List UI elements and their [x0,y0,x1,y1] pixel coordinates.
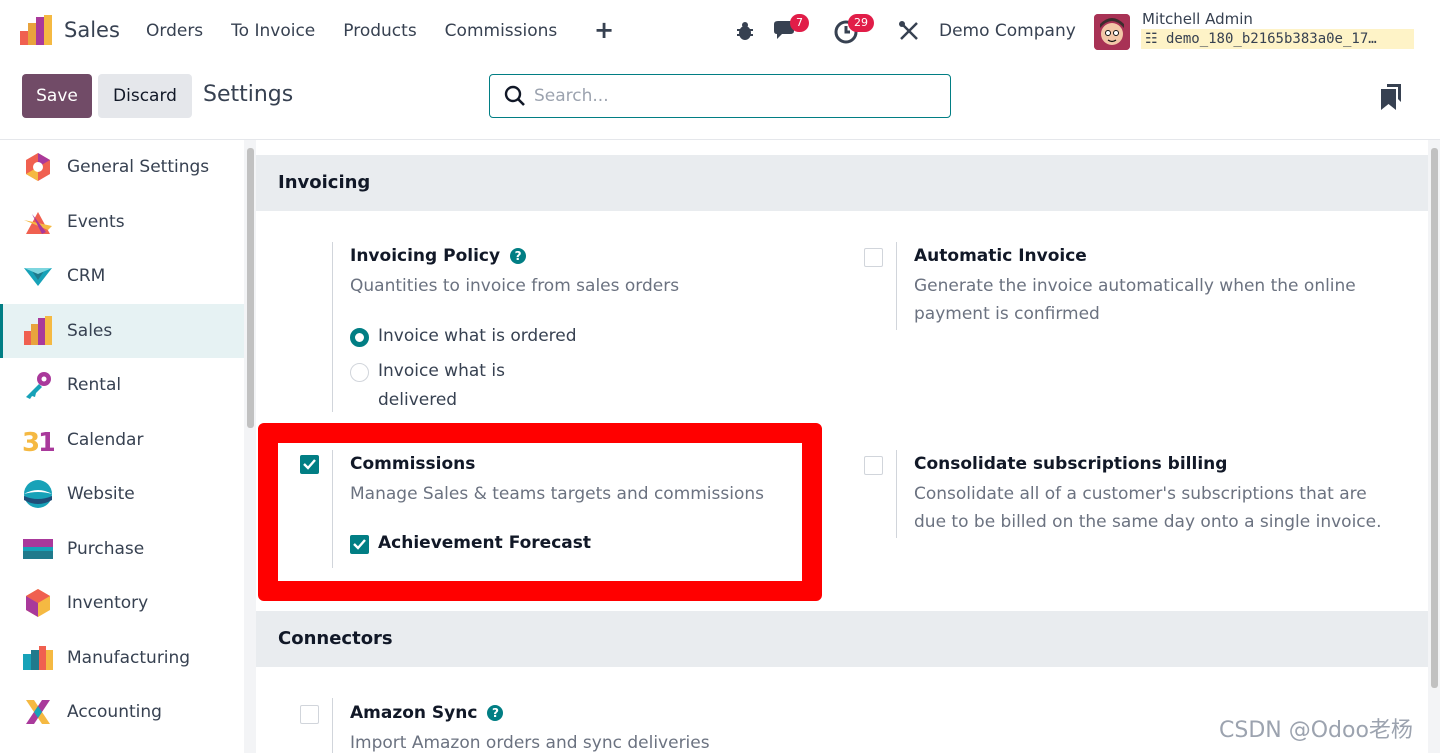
sidebar-item-general-settings[interactable]: General Settings [0,140,245,194]
radio-invoice-delivered[interactable] [350,363,369,382]
top-navbar: Sales Orders To Invoice Products Commiss… [0,0,1440,64]
accounting-icon [26,700,50,724]
save-button[interactable]: Save [22,74,92,118]
sidebar-item-label: Inventory [67,593,149,613]
rental-key-icon [26,372,51,399]
section-title: Invoicing [278,172,371,193]
sales-app-icon[interactable] [20,15,52,47]
sidebar-item-label: General Settings [67,157,210,177]
sidebar-item-purchase[interactable]: Purchase [0,522,245,576]
content-scroll-thumb[interactable] [1431,148,1438,688]
search-box [489,74,951,118]
database-tag: ☷ demo_180_b2165b383a0e_17… [1141,29,1414,49]
setting-divider [332,698,333,753]
sidebar-item-crm[interactable]: CRM [0,249,245,303]
sidebar-item-label: Rental [67,375,122,395]
sidebar-item-website[interactable]: Website [0,467,245,521]
consolidate-billing-title: Consolidate subscriptions billing [914,454,1228,474]
activities-badge: 29 [848,14,874,32]
sidebar-item-label: Purchase [67,539,145,559]
setting-divider [332,242,333,412]
consolidate-billing-checkbox[interactable] [864,456,883,475]
amazon-sync-label: Amazon Sync [350,703,478,723]
sidebar-item-label: Website [67,484,135,504]
purchase-icon [23,539,53,559]
invoicing-policy-title: Invoicing Policy? [350,246,527,266]
database-name: demo_180_b2165b383a0e_17… [1165,31,1377,47]
section-header-invoicing: Invoicing [256,155,1428,211]
sidebar-item-manufacturing[interactable]: Manufacturing [0,631,245,685]
app-name[interactable]: Sales [64,18,120,42]
search-input[interactable] [534,84,934,108]
watermark: CSDN @Odoo老杨 [1219,718,1413,743]
sidebar-item-events[interactable]: Events [0,195,245,249]
sidebar-item-rental[interactable]: Rental [0,358,245,412]
plus-icon[interactable]: + [594,16,614,44]
crm-icon [24,268,52,286]
search-icon [504,85,525,106]
help-icon[interactable]: ? [510,248,527,264]
messages-badge: 7 [790,14,809,32]
company-switcher[interactable]: Demo Company [939,21,1076,41]
sidebar-item-label: Events [67,212,125,232]
automatic-invoice-description: Generate the invoice automatically when … [914,276,1356,324]
amazon-sync-checkbox[interactable] [300,705,319,724]
settings-sidebar: General Settings Events CRM Sales Rental… [0,140,245,753]
sidebar-item-calendar[interactable]: 3 1 Calendar [0,413,245,467]
radio-label-invoice-ordered[interactable]: Invoice what is ordered [378,322,577,351]
help-icon[interactable]: ? [487,705,504,721]
sidebar-item-sales[interactable]: Sales [0,304,245,358]
section-title: Connectors [278,628,393,649]
invoicing-policy-description: Quantities to invoice from sales orders [350,276,680,296]
bookmark-icon[interactable] [1381,84,1401,110]
setting-divider [896,242,897,330]
user-name[interactable]: Mitchell Admin [1142,10,1253,28]
database-icon: ☷ [1145,31,1166,47]
section-header-connectors: Connectors [256,611,1428,667]
sidebar-item-label: Accounting [67,702,162,722]
menu-products[interactable]: Products [343,21,416,41]
radio-label-invoice-delivered-line2[interactable]: delivered [378,386,457,415]
bug-icon[interactable] [735,20,755,42]
user-avatar[interactable] [1094,14,1130,50]
manufacturing-icon [23,646,53,670]
amazon-sync-title: Amazon Sync? [350,703,504,723]
sidebar-item-inventory[interactable]: Inventory [0,576,245,630]
calendar-icon: 3 1 [22,428,54,456]
sidebar-scroll-thumb[interactable] [247,148,254,428]
radio-label-invoice-delivered-line1[interactable]: Invoice what is [378,357,505,386]
radio-invoice-ordered[interactable] [350,328,369,347]
sidebar-item-label: Calendar [67,430,144,450]
setting-divider [896,450,897,538]
page-title: Settings [203,82,294,107]
amazon-sync-description: Import Amazon orders and sync deliveries [350,733,710,753]
events-icon [24,212,52,234]
invoicing-policy-label: Invoicing Policy [350,246,501,266]
consolidate-billing-description: Consolidate all of a customer's subscrip… [914,484,1382,532]
automatic-invoice-checkbox[interactable] [864,248,883,267]
discard-button[interactable]: Discard [98,74,192,118]
tools-icon[interactable] [898,20,920,42]
menu-orders[interactable]: Orders [146,21,203,41]
menu-commissions[interactable]: Commissions [445,21,558,41]
general-settings-icon [26,153,50,181]
automatic-invoice-title: Automatic Invoice [914,246,1087,266]
sidebar-item-label: Sales [67,321,113,341]
sidebar-item-label: Manufacturing [67,648,191,668]
inventory-icon [26,589,50,617]
website-icon [24,480,52,508]
sidebar-item-accounting[interactable]: Accounting [0,685,245,739]
sidebar-item-label: CRM [67,266,106,286]
sales-icon [24,316,52,345]
highlight-box [258,423,822,601]
menu-to-invoice[interactable]: To Invoice [231,21,315,41]
svg-text:1: 1 [38,428,54,456]
main-menu: Orders To Invoice Products Commissions [146,21,585,41]
